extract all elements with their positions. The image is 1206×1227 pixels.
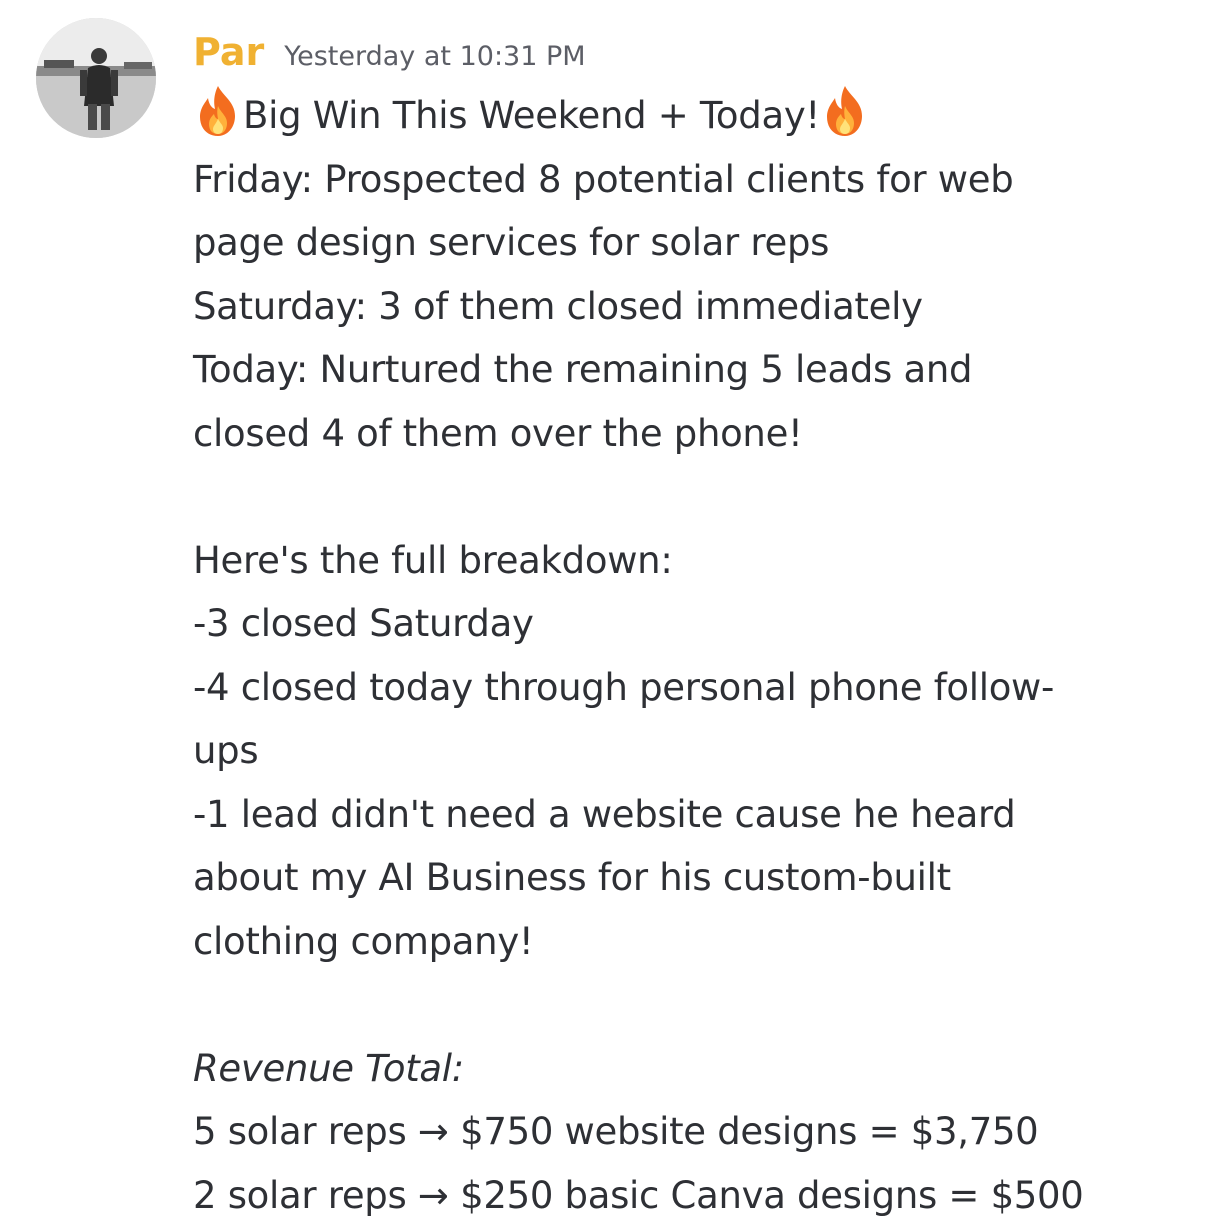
fire-icon [193, 84, 243, 138]
author-name[interactable]: Par [193, 30, 264, 74]
breakdown-line: -3 closed Saturday [193, 592, 1183, 656]
avatar-photo-icon [36, 18, 156, 138]
message-line: Friday: Prospected 8 potential clients f… [193, 148, 1183, 212]
message-title: Big Win This Weekend + Today! [193, 84, 1183, 148]
message-title-text: Big Win This Weekend + Today! [243, 94, 820, 137]
message-body: Big Win This Weekend + Today! Friday: Pr… [193, 84, 1183, 1227]
paragraph-spacer [193, 973, 1183, 1037]
message-line: page design services for solar reps [193, 211, 1183, 275]
revenue-line: 2 solar reps → $250 basic Canva designs … [193, 1164, 1183, 1227]
message-line: closed 4 of them over the phone! [193, 402, 1183, 466]
fire-icon [820, 84, 870, 138]
message-timestamp: Yesterday at 10:31 PM [284, 41, 585, 72]
message-header: Par Yesterday at 10:31 PM [193, 30, 586, 82]
breakdown-line: ups [193, 719, 1183, 783]
breakdown-line: clothing company! [193, 910, 1183, 974]
paragraph-spacer [193, 465, 1183, 529]
breakdown-line: -1 lead didn't need a website cause he h… [193, 783, 1183, 847]
breakdown-heading: Here's the full breakdown: [193, 529, 1183, 593]
revenue-heading: Revenue Total: [193, 1037, 1183, 1101]
breakdown-line: about my AI Business for his custom-buil… [193, 846, 1183, 910]
message-line: Saturday: 3 of them closed immediately [193, 275, 1183, 339]
message-line: Today: Nurtured the remaining 5 leads an… [193, 338, 1183, 402]
user-avatar[interactable] [36, 18, 156, 138]
chat-message: Par Yesterday at 10:31 PM Big Win This W… [0, 0, 1206, 1222]
breakdown-line: -4 closed today through personal phone f… [193, 656, 1183, 720]
revenue-line: 5 solar reps → $750 website designs = $3… [193, 1100, 1183, 1164]
